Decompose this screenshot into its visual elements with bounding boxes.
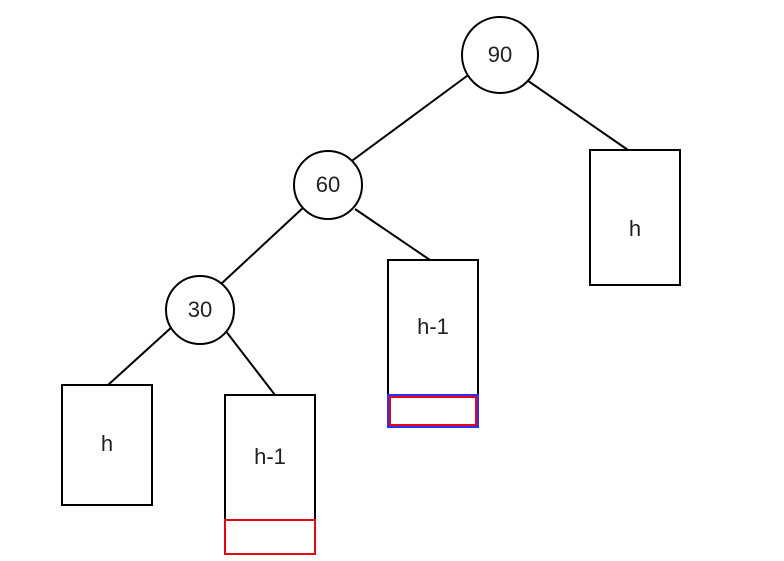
edge-root-left (349, 73, 471, 163)
edge-left-rightrect (355, 209, 430, 260)
node-leftleft-label: 30 (188, 297, 212, 322)
edge-left-leftleft (221, 206, 305, 284)
subtree-right-of-leftleft-extension-red (225, 520, 315, 554)
subtree-right-of-left-extension-blue (388, 395, 478, 427)
node-left-label: 60 (316, 172, 340, 197)
subtree-left-of-leftleft-label: h (101, 431, 113, 456)
edge-root-right (521, 76, 628, 150)
edge-leftleft-leftrect (108, 326, 173, 385)
subtree-right-of-left-label: h-1 (417, 314, 449, 339)
subtree-right-of-root-label: h (629, 216, 641, 241)
subtree-right-of-leftleft-label: h-1 (254, 444, 286, 469)
node-root-label: 90 (488, 42, 512, 67)
tree-diagram: 90 60 30 h h-1 h h-1 (0, 0, 784, 561)
subtree-right-of-left-extension-red (390, 397, 476, 425)
edge-leftleft-rightrect (225, 330, 275, 395)
